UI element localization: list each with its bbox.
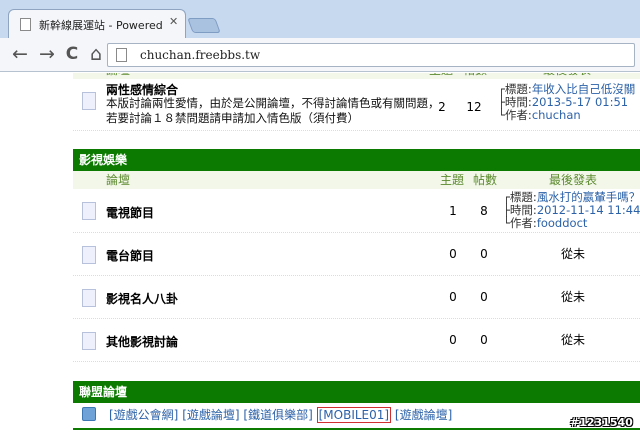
section-divider (73, 428, 640, 430)
forum-row-tv: 電視節目 1 8 ┌標題:風水打的嬴輦手嗎？ ├時間:2012-11-14 11… (73, 189, 640, 233)
browser-toolbar: ← → C ⌂ chuchan.freebbs.tw (0, 38, 640, 72)
forward-arrow-icon[interactable]: → (37, 44, 57, 64)
tab-close-icon[interactable]: ✕ (169, 15, 178, 28)
forum-row-other: 其他影視討論 0 0 從未 (73, 320, 640, 362)
forum-page: 論壇 主題 帖數 最後發表 兩性感情綜合 本版討論兩性愛情，由於是公開論壇，不得… (0, 73, 640, 432)
forum-name[interactable]: 電台節目 (106, 247, 154, 264)
last-post-author[interactable]: fooddoct (537, 216, 588, 230)
page-favicon-icon (20, 18, 31, 31)
league-link-railway-club[interactable]: [鐵道俱樂部] (243, 408, 312, 422)
post-count: 0 (480, 290, 488, 304)
league-title[interactable]: 聯盟論壇 (73, 381, 640, 403)
forum-name[interactable]: 其他影視討論 (106, 333, 178, 350)
forum-row-celebrity: 影視名人八卦 0 0 從未 (73, 277, 640, 319)
forum-doc-icon (82, 246, 96, 264)
post-count: 8 (480, 204, 488, 218)
league-link-game-guild[interactable]: [遊戲公會網] (109, 408, 178, 422)
reload-icon[interactable]: C (62, 44, 82, 64)
browser-tab[interactable]: 新幹線展運站 - Powered by ✕ (8, 9, 186, 39)
forum-name[interactable]: 電視節目 (106, 204, 154, 221)
last-post-never: 從未 (560, 333, 585, 347)
topic-count: 0 (449, 333, 457, 347)
last-post: ┌標題:年收入比自己低沒關 .. ├時間:2013-5-17 01:51 └作者… (498, 83, 640, 122)
column-forum: 論壇 (106, 173, 131, 187)
address-url: chuchan.freebbs.tw (140, 48, 261, 62)
forum-doc-icon (82, 289, 96, 307)
watermark: #1231540 (570, 416, 633, 429)
last-post: ┌標題:風水打的嬴輦手嗎？ ├時間:2012-11-14 11:44 └作者:f… (503, 190, 640, 230)
tab-strip: 新幹線展運站 - Powered by ✕ (0, 0, 640, 39)
last-post-title[interactable]: 年收入比自己低沒關 .. (532, 82, 640, 96)
column-last-post: 最後發表 (549, 173, 598, 187)
league-icon (82, 407, 96, 421)
league-link-mobile01[interactable]: [MOBILE01] (316, 407, 392, 423)
column-header: 論壇 主題 帖數 最後發表 (73, 171, 640, 189)
last-post-time[interactable]: 2012-11-14 11:44 (537, 203, 640, 217)
page-icon (116, 48, 127, 62)
forum-doc-icon (82, 332, 96, 350)
forum-row-relationships: 兩性感情綜合 本版討論兩性愛情，由於是公開論壇，不得討論情色或有關問題， 若要討… (73, 79, 640, 131)
column-topics: 主題 (440, 173, 465, 187)
new-tab-button[interactable] (187, 18, 221, 33)
last-post-never: 從未 (560, 247, 585, 261)
forum-row-radio: 電台節目 0 0 從未 (73, 234, 640, 276)
last-post-never: 從未 (560, 290, 585, 304)
category-title[interactable]: 影視娛樂 (73, 149, 640, 171)
last-post-author[interactable]: chuchan (532, 108, 581, 122)
topic-count: 0 (449, 247, 457, 261)
tab-title: 新幹線展運站 - Powered by (39, 19, 165, 32)
forum-name[interactable]: 影視名人八卦 (106, 290, 178, 307)
post-count: 12 (466, 100, 482, 114)
back-arrow-icon[interactable]: ← (10, 44, 30, 64)
post-count: 0 (480, 333, 488, 347)
forum-doc-icon (82, 202, 96, 220)
address-bar[interactable]: chuchan.freebbs.tw (107, 43, 635, 67)
post-count: 0 (480, 247, 488, 261)
forum-doc-icon (82, 92, 96, 110)
home-icon[interactable]: ⌂ (86, 44, 106, 64)
last-post-time[interactable]: 2013-5-17 01:51 (532, 95, 628, 109)
last-post-title[interactable]: 風水打的嬴輦手嗎？ (537, 190, 640, 204)
topic-count: 0 (449, 290, 457, 304)
column-posts: 帖數 (473, 173, 498, 187)
league-link-game-forum[interactable]: [遊戲論壇] (182, 408, 239, 422)
league-links: [遊戲公會網] [遊戲論壇] [鐵道俱樂部] [MOBILE01] [遊戲論壇] (109, 406, 452, 423)
forum-description: 本版討論兩性愛情，由於是公開論壇，不得討論情色或有關問題， (106, 96, 440, 110)
league-link-game-forum-2[interactable]: [遊戲論壇] (395, 408, 452, 422)
topic-count: 1 (449, 204, 457, 218)
forum-description-2: 若要討論１８禁問題請申請加入情色版（須付費） (106, 111, 359, 125)
league-links-row: [遊戲公會網] [遊戲論壇] [鐵道俱樂部] [MOBILE01] [遊戲論壇] (73, 403, 640, 425)
topic-count: 2 (438, 100, 446, 114)
spacer (73, 133, 640, 147)
